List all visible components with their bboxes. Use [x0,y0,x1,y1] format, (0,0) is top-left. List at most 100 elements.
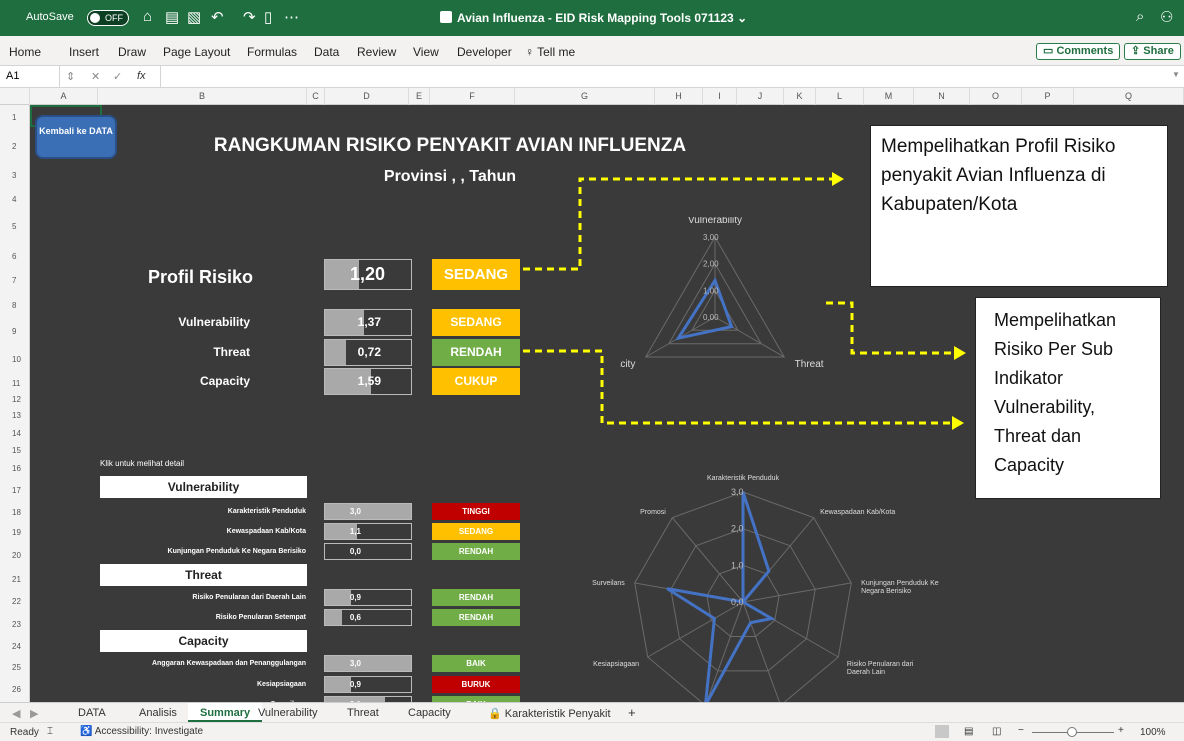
column-header-c[interactable]: C [307,88,325,105]
cancel-icon[interactable]: ✕ [91,70,100,83]
row-header-7[interactable]: 7 [0,270,29,292]
undo-icon[interactable]: ↶ [211,8,224,26]
sheet-tab-analisis[interactable]: Analisis [139,707,177,719]
enter-icon[interactable]: ✓ [113,70,122,83]
row-header-9[interactable]: 9 [0,319,29,345]
sheet-tab-vulnerability[interactable]: Vulnerability [258,707,318,719]
tell-me[interactable]: ♀ Tell me [525,45,575,59]
tab-data[interactable]: Data [314,45,339,59]
row-header-17[interactable]: 17 [0,480,29,502]
row-header-20[interactable]: 20 [0,543,29,569]
column-header-f[interactable]: F [430,88,515,105]
tab-page-layout[interactable]: Page Layout [163,45,230,59]
save-as-icon[interactable]: ▧ [187,8,201,26]
save-icon[interactable]: ▤ [165,8,179,26]
column-header-l[interactable]: L [816,88,864,105]
accessibility-status[interactable]: ♿ Accessibility: Investigate [80,726,203,737]
row-header-2[interactable]: 2 [0,131,29,163]
row-header-4[interactable]: 4 [0,189,29,210]
zoom-slider-thumb[interactable] [1067,727,1077,737]
more-icon[interactable]: ⋯ [284,8,299,26]
redo-icon[interactable]: ↷ [243,8,256,26]
home-icon[interactable]: ⌂ [143,8,152,25]
row-header-14[interactable]: 14 [0,424,29,444]
sheet-tab-karakteristik[interactable]: 🔒 Karakteristik Penyakit [488,707,611,720]
normal-view-icon[interactable] [935,725,949,738]
worksheet[interactable]: Kembali ke DATA RANGKUMAN RISIKO PENYAKI… [30,105,1184,702]
sheet-tab-data[interactable]: DATA [78,707,106,719]
share-people-icon[interactable]: ⚇ [1160,8,1173,26]
row-header-13[interactable]: 13 [0,407,29,424]
autosave-toggle[interactable]: OFF [87,10,129,26]
sheet-tab-threat[interactable]: Threat [347,707,379,719]
column-header-i[interactable]: I [703,88,737,105]
column-header-p[interactable]: P [1022,88,1074,105]
tab-formulas[interactable]: Formulas [247,45,297,59]
namebox-stepper-icon[interactable]: ⇕ [66,70,75,83]
column-header-k[interactable]: K [784,88,816,105]
column-header-h[interactable]: H [655,88,703,105]
column-header-d[interactable]: D [325,88,409,105]
column-header-e[interactable]: E [409,88,430,105]
main-number-capacity: 1,59 [357,374,381,388]
radar-category-label-2: Kunjungan Penduduk Ke [861,580,939,587]
sheet-tab-summary[interactable]: Summary [188,703,263,722]
section-vulnerability-header[interactable]: Vulnerability [100,476,307,498]
section-capacity-header[interactable]: Capacity [100,630,307,652]
tab-view[interactable]: View [413,45,439,59]
column-header-q[interactable]: Q [1074,88,1184,105]
name-box[interactable]: A1 [0,66,60,87]
prev-sheet-icon[interactable]: ◀ [12,707,20,720]
new-doc-icon[interactable]: ▯ [264,8,272,26]
page-layout-view-icon[interactable]: ▤ [964,726,973,737]
detail-value-risiko-penularan-setempat: 0,6 [324,609,412,626]
section-threat-header[interactable]: Threat [100,564,307,586]
row-header-8[interactable]: 8 [0,292,29,319]
column-header-o[interactable]: O [970,88,1022,105]
main-value-vulnerability: 1,37 [324,309,412,336]
select-all-corner[interactable] [0,88,30,105]
zoom-level[interactable]: 100% [1140,727,1166,738]
tab-review[interactable]: Review [357,45,396,59]
column-header-m[interactable]: M [864,88,914,105]
row-header-21[interactable]: 21 [0,569,29,591]
page-break-view-icon[interactable]: ◫ [992,726,1001,737]
column-header-n[interactable]: N [914,88,970,105]
column-header-b[interactable]: B [98,88,307,105]
zoom-in-icon[interactable]: + [1118,725,1124,736]
column-header-a[interactable]: A [30,88,98,105]
comments-button[interactable]: ▭ Comments [1036,43,1121,60]
zoom-out-icon[interactable]: − [1018,725,1024,736]
row-header-18[interactable]: 18 [0,502,29,523]
row-header-1[interactable]: 1 [0,105,29,131]
row-header-23[interactable]: 23 [0,613,29,636]
row-header-5[interactable]: 5 [0,210,29,243]
row-header-12[interactable]: 12 [0,393,29,407]
share-button[interactable]: ⇪ Share [1124,43,1181,60]
row-header-19[interactable]: 19 [0,523,29,543]
formula-expand-icon[interactable]: ▼ [1172,70,1180,79]
row-header-22[interactable]: 22 [0,591,29,613]
row-header-10[interactable]: 10 [0,345,29,375]
row-header-6[interactable]: 6 [0,243,29,270]
row-header-25[interactable]: 25 [0,658,29,678]
column-header-g[interactable]: G [515,88,655,105]
tab-developer[interactable]: Developer [457,45,512,59]
row-header-16[interactable]: 16 [0,457,29,480]
macro-icon[interactable]: ⌶ [47,726,53,737]
fx-icon[interactable]: fx [137,70,146,82]
column-header-j[interactable]: J [737,88,784,105]
row-header-26[interactable]: 26 [0,678,29,702]
row-header-15[interactable]: 15 [0,444,29,457]
tab-insert[interactable]: Insert [69,45,99,59]
row-header-11[interactable]: 11 [0,375,29,393]
add-sheet-button[interactable]: + [628,705,636,720]
sheet-tab-capacity[interactable]: Capacity [408,707,451,719]
search-icon[interactable]: ⌕ [1136,8,1144,25]
tab-home[interactable]: Home [9,45,41,59]
row-header-24[interactable]: 24 [0,636,29,658]
row-header-3[interactable]: 3 [0,163,29,189]
next-sheet-icon[interactable]: ▶ [30,707,38,720]
tab-draw[interactable]: Draw [118,45,146,59]
detail-status-risiko-penularan-dari-daerah-lain: RENDAH [432,589,520,606]
